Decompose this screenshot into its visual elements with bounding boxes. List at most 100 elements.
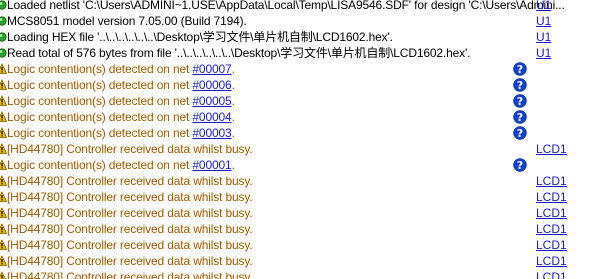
warning-triangle-icon <box>0 127 8 138</box>
log-message: [HD44780] Controller received data whils… <box>7 206 253 220</box>
log-row-warning[interactable]: [HD44780] Controller received data whils… <box>0 253 616 269</box>
svg-text:?: ? <box>517 111 523 124</box>
warning-triangle-icon <box>0 223 8 234</box>
source-component-link[interactable]: LCD1 <box>536 206 567 220</box>
source-component-link[interactable]: LCD1 <box>536 222 567 236</box>
source-component-link[interactable]: LCD1 <box>536 190 567 204</box>
log-message: [HD44780] Controller received data whils… <box>7 142 253 156</box>
source-component-link[interactable]: U1 <box>536 46 551 60</box>
log-message: MCS8051 model version 7.05.00 (Build 719… <box>7 14 247 28</box>
source-component-link[interactable]: U1 <box>536 14 551 28</box>
warning-triangle-icon <box>0 143 8 154</box>
green-dot-icon <box>0 47 7 58</box>
help-icon[interactable]: ? <box>513 110 527 124</box>
log-message: Logic contention(s) detected on net #000… <box>7 158 235 172</box>
warning-triangle-icon <box>0 63 8 74</box>
log-message-text: Logic contention(s) detected on net <box>7 94 193 108</box>
source-component-link[interactable]: LCD1 <box>536 142 567 156</box>
log-message: Logic contention(s) detected on net #000… <box>7 62 235 76</box>
log-message: Logic contention(s) detected on net #000… <box>7 78 235 92</box>
log-row-warning[interactable]: [HD44780] Controller received data whils… <box>0 237 616 253</box>
log-message: Loaded netlist 'C:\Users\ADMINI~1.USE\Ap… <box>7 0 565 12</box>
log-message-text: Read total of 576 bytes from file '..\..… <box>7 46 471 60</box>
log-message-text: [HD44780] Controller received data whils… <box>7 174 253 188</box>
warning-triangle-icon <box>0 239 8 250</box>
log-message: [HD44780] Controller received data whils… <box>7 174 253 188</box>
log-message-text: MCS8051 model version 7.05.00 (Build 719… <box>7 14 247 28</box>
log-row-warning[interactable]: Logic contention(s) detected on net #000… <box>0 61 616 77</box>
log-row-info[interactable]: Loaded netlist 'C:\Users\ADMINI~1.USE\Ap… <box>0 0 616 13</box>
log-message: Read total of 576 bytes from file '..\..… <box>7 46 470 60</box>
log-row-warning[interactable]: [HD44780] Controller received data whils… <box>0 205 616 221</box>
log-message-text: [HD44780] Controller received data whils… <box>7 254 253 268</box>
net-link[interactable]: #00005 <box>192 94 231 108</box>
warning-triangle-icon <box>0 159 8 170</box>
help-icon[interactable]: ? <box>513 94 527 108</box>
log-message-suffix: . <box>231 94 235 108</box>
log-row-warning[interactable]: [HD44780] Controller received data whils… <box>0 221 616 237</box>
help-icon[interactable]: ? <box>513 126 527 140</box>
log-row-warning[interactable]: [HD44780] Controller received data whils… <box>0 189 616 205</box>
svg-text:?: ? <box>517 63 523 76</box>
log-message-text: [HD44780] Controller received data whils… <box>7 142 253 156</box>
green-dot-icon <box>0 15 7 26</box>
log-row-warning[interactable]: Logic contention(s) detected on net #000… <box>0 125 616 141</box>
net-link[interactable]: #00004 <box>192 110 231 124</box>
log-message-text: [HD44780] Controller received data whils… <box>7 270 253 279</box>
log-message: [HD44780] Controller received data whils… <box>7 190 253 204</box>
log-row-warning[interactable]: Logic contention(s) detected on net #000… <box>0 93 616 109</box>
source-component-link[interactable]: LCD1 <box>536 270 567 279</box>
log-message-text: Logic contention(s) detected on net <box>7 78 193 92</box>
green-dot-icon <box>0 31 7 42</box>
simulation-log[interactable]: Loaded netlist 'C:\Users\ADMINI~1.USE\Ap… <box>0 0 616 279</box>
log-message-suffix: . <box>231 158 235 172</box>
log-message-text: Loading HEX file '..\..\..\..\..\..\Desk… <box>7 30 393 44</box>
net-link[interactable]: #00007 <box>192 62 231 76</box>
help-icon[interactable]: ? <box>513 78 527 92</box>
log-message: [HD44780] Controller received data whils… <box>7 270 253 279</box>
source-component-link[interactable]: LCD1 <box>536 174 567 188</box>
net-link[interactable]: #00001 <box>192 158 231 172</box>
log-message: Loading HEX file '..\..\..\..\..\..\Desk… <box>7 30 393 44</box>
log-row-warning[interactable]: [HD44780] Controller received data whils… <box>0 173 616 189</box>
svg-text:?: ? <box>517 79 523 92</box>
log-message-suffix: . <box>231 126 235 140</box>
log-message: Logic contention(s) detected on net #000… <box>7 94 235 108</box>
log-message-text: [HD44780] Controller received data whils… <box>7 238 253 252</box>
source-component-link[interactable]: LCD1 <box>536 254 567 268</box>
log-message-text: [HD44780] Controller received data whils… <box>7 222 253 236</box>
warning-triangle-icon <box>0 111 8 122</box>
log-row-warning[interactable]: Logic contention(s) detected on net #000… <box>0 109 616 125</box>
log-row-info[interactable]: MCS8051 model version 7.05.00 (Build 719… <box>0 13 616 29</box>
help-icon[interactable]: ? <box>513 158 527 172</box>
log-message-text: Loaded netlist 'C:\Users\ADMINI~1.USE\Ap… <box>7 0 565 12</box>
svg-text:?: ? <box>517 159 523 172</box>
log-message-text: Logic contention(s) detected on net <box>7 110 193 124</box>
log-row-warning[interactable]: [HD44780] Controller received data whils… <box>0 141 616 157</box>
log-message-suffix: . <box>231 110 235 124</box>
green-dot-icon <box>0 0 7 10</box>
source-component-link[interactable]: U1 <box>536 30 551 44</box>
log-row-info[interactable]: Loading HEX file '..\..\..\..\..\..\Desk… <box>0 29 616 45</box>
svg-text:?: ? <box>517 127 523 140</box>
source-component-link[interactable]: LCD1 <box>536 238 567 252</box>
help-icon[interactable]: ? <box>513 62 527 76</box>
log-row-warning[interactable]: Logic contention(s) detected on net #000… <box>0 157 616 173</box>
log-message-text: Logic contention(s) detected on net <box>7 126 193 140</box>
log-message-text: Logic contention(s) detected on net <box>7 62 193 76</box>
net-link[interactable]: #00003 <box>192 126 231 140</box>
log-message-suffix: . <box>231 62 235 76</box>
log-message-text: Logic contention(s) detected on net <box>7 158 193 172</box>
warning-triangle-icon <box>0 207 8 218</box>
log-message: Logic contention(s) detected on net #000… <box>7 126 235 140</box>
log-message-text: [HD44780] Controller received data whils… <box>7 206 253 220</box>
log-row-info[interactable]: Read total of 576 bytes from file '..\..… <box>0 45 616 61</box>
log-row-warning[interactable]: Logic contention(s) detected on net #000… <box>0 77 616 93</box>
source-component-link[interactable]: U1 <box>536 0 551 12</box>
log-message: [HD44780] Controller received data whils… <box>7 254 253 268</box>
net-link[interactable]: #00006 <box>192 78 231 92</box>
warning-triangle-icon <box>0 95 8 106</box>
warning-triangle-icon <box>0 255 8 266</box>
log-row-warning[interactable]: [HD44780] Controller received data whils… <box>0 269 616 279</box>
svg-text:?: ? <box>517 95 523 108</box>
